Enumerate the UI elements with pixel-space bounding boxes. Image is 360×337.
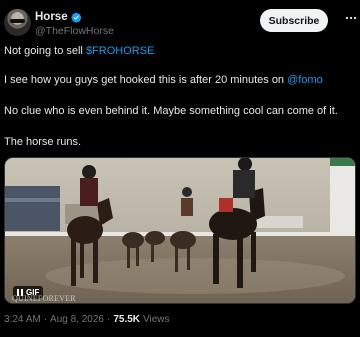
horse-race-image bbox=[5, 158, 355, 303]
tweet-line-2: I see how you guys get hooked this is af… bbox=[4, 73, 323, 87]
post-date[interactable]: Aug 8, 2026 bbox=[50, 314, 104, 325]
avatar-glasses-shape bbox=[10, 19, 25, 23]
tweet-meta: 3:24 AM · Aug 8, 2026 · 75.5K Views bbox=[4, 314, 170, 325]
tweet-line-4: The horse runs. bbox=[4, 136, 82, 148]
display-name[interactable]: Horse bbox=[35, 11, 68, 23]
tweet-line-1-text: Not going to sell bbox=[4, 45, 86, 57]
meta-separator: · bbox=[106, 314, 111, 325]
gif-media[interactable]: GIF QUINEFOREVER bbox=[4, 157, 356, 304]
tweet-line-1: Not going to sell $FROHORSE bbox=[4, 44, 154, 58]
subscribe-button[interactable]: Subscribe bbox=[260, 9, 328, 32]
tweet-header: Horse @TheFlowHorse Subscribe bbox=[4, 7, 358, 39]
views-count: 75.5K bbox=[113, 314, 141, 325]
tweet-line-3: No clue who is even behind it. Maybe som… bbox=[4, 105, 338, 117]
views-label: Views bbox=[143, 314, 170, 325]
tweet-line-2-text: I see how you guys get hooked this is af… bbox=[4, 74, 288, 86]
handle[interactable]: @TheFlowHorse bbox=[35, 25, 114, 37]
more-options-icon[interactable] bbox=[344, 11, 358, 25]
name-row: Horse bbox=[35, 10, 82, 24]
mention-link[interactable]: @fomo bbox=[287, 74, 323, 86]
meta-separator: · bbox=[43, 314, 48, 325]
avatar[interactable] bbox=[4, 9, 31, 36]
verified-badge-icon bbox=[71, 12, 81, 23]
cashtag-link[interactable]: $FROHORSE bbox=[86, 45, 154, 57]
gif-watermark: QUINEFOREVER bbox=[12, 294, 76, 303]
tweet: Horse @TheFlowHorse Subscribe Not going … bbox=[0, 0, 360, 337]
post-time[interactable]: 3:24 AM bbox=[4, 314, 41, 325]
